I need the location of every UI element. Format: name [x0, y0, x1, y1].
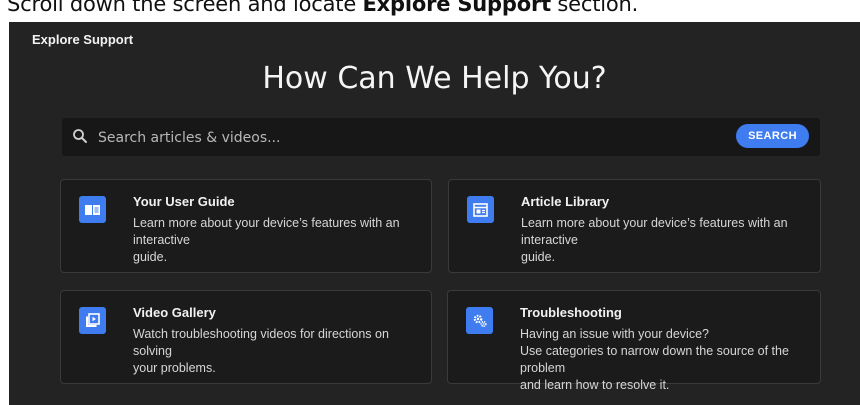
- card-title: Video Gallery: [133, 305, 216, 320]
- card-description-line: Watch troubleshooting videos for directi…: [133, 327, 389, 358]
- video-play-icon: [79, 307, 106, 334]
- instruction-suffix: section.: [550, 0, 639, 16]
- card-troubleshooting[interactable]: Troubleshooting Having an issue with you…: [447, 290, 821, 392]
- instruction-emphasis: Explore Support: [362, 0, 552, 16]
- instruction-text: Scroll down the screen and locate Explor…: [7, 0, 638, 16]
- section-label: Explore Support: [32, 32, 134, 47]
- explore-support-panel: Explore Support How Can We Help You? SEA…: [9, 22, 860, 405]
- article-icon: [467, 196, 494, 223]
- instruction-prefix: Scroll down the screen and locate: [7, 0, 363, 16]
- card-title: Your User Guide: [133, 194, 235, 209]
- card-video-gallery[interactable]: Video Gallery Watch troubleshooting vide…: [60, 290, 432, 384]
- card-title: Article Library: [521, 194, 610, 209]
- card-description: Watch troubleshooting videos for directi…: [133, 326, 423, 377]
- card-description: Learn more about your device’s features …: [521, 215, 811, 266]
- card-description: Having an issue with your device? Use ca…: [520, 326, 815, 394]
- card-description-line: Learn more about your device’s features …: [133, 216, 400, 247]
- card-description-line: Learn more about your device’s features …: [521, 216, 788, 247]
- card-description-line: and learn how to resolve it.: [520, 378, 670, 392]
- card-description-line: your problems.: [133, 361, 216, 375]
- book-icon: [79, 196, 106, 223]
- card-user-guide[interactable]: Your User Guide Learn more about your de…: [60, 179, 432, 273]
- card-description-line: Having an issue with your device?: [520, 327, 709, 341]
- card-description-line: Use categories to narrow down the source…: [520, 344, 789, 375]
- card-description: Learn more about your device’s features …: [133, 215, 423, 266]
- search-input[interactable]: [96, 126, 660, 150]
- search-icon: [73, 129, 87, 143]
- gears-icon: [466, 307, 493, 334]
- card-title: Troubleshooting: [520, 305, 622, 320]
- search-bar: SEARCH: [62, 118, 820, 156]
- search-button[interactable]: SEARCH: [736, 124, 809, 148]
- card-description-line: guide.: [521, 250, 556, 264]
- page-title: How Can We Help You?: [262, 61, 607, 96]
- card-article-library[interactable]: Article Library Learn more about your de…: [448, 179, 821, 273]
- card-description-line: guide.: [133, 250, 168, 264]
